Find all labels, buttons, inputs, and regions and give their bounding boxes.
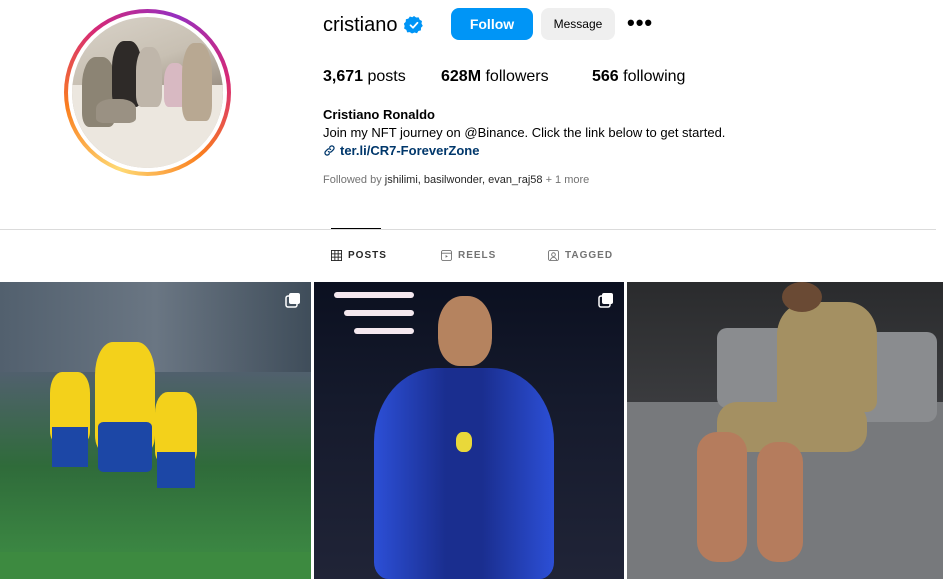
follow-button[interactable]: Follow: [451, 8, 533, 40]
post-photo-light: [344, 310, 414, 316]
followed-by-more[interactable]: + 1 more: [546, 174, 590, 186]
avatar-photo-figure: [182, 43, 212, 121]
tab-reels-label: REELS: [458, 250, 497, 261]
carousel-icon: [598, 293, 613, 308]
tabs-divider: [0, 229, 936, 230]
post-photo-light: [354, 328, 414, 334]
post-photo-person: [782, 282, 822, 312]
message-button[interactable]: Message: [541, 8, 615, 40]
more-options-icon[interactable]: •••: [627, 12, 653, 34]
followers-count: 628M: [441, 68, 482, 85]
post-photo-player: [438, 296, 492, 366]
post-photo-person: [757, 442, 803, 562]
post-photo-player: [374, 368, 554, 579]
tab-tagged-label: TAGGED: [565, 250, 614, 261]
post-photo-person: [697, 432, 747, 562]
post-photo-player: [157, 452, 195, 488]
stat-following[interactable]: 566 following: [592, 68, 685, 86]
post-thumbnail[interactable]: [0, 282, 311, 579]
post-photo-person: [777, 302, 877, 412]
followed-by[interactable]: Followed by jshilimi, basilwonder, evan_…: [323, 174, 589, 186]
stat-posts: 3,671 posts: [323, 68, 406, 86]
profile-avatar[interactable]: [72, 17, 223, 168]
following-count: 566: [592, 68, 619, 85]
post-photo-light: [334, 292, 414, 298]
tab-tagged[interactable]: TAGGED: [548, 250, 613, 261]
post-photo-stands: [0, 282, 311, 372]
stat-followers[interactable]: 628M followers: [441, 68, 549, 86]
tab-posts[interactable]: POSTS: [331, 250, 387, 261]
profile-username: cristiano: [323, 14, 398, 36]
post-photo-pitch: [0, 552, 311, 579]
profile-link[interactable]: ter.li/CR7-ForeverZone: [323, 143, 479, 158]
active-tab-indicator: [331, 228, 381, 229]
tab-posts-label: POSTS: [348, 250, 387, 261]
post-photo-crest: [456, 432, 472, 452]
profile-full-name: Cristiano Ronaldo: [323, 107, 435, 122]
avatar-photo-figure: [96, 99, 136, 123]
followed-by-prefix: Followed by: [323, 174, 382, 186]
link-icon: [324, 145, 335, 156]
grid-icon: [331, 250, 342, 261]
followed-by-names[interactable]: jshilimi, basilwonder, evan_raj58: [385, 174, 543, 186]
post-thumbnail[interactable]: [627, 282, 943, 579]
reels-icon: [441, 250, 452, 261]
avatar-frame: [68, 13, 227, 172]
profile-bio: Join my NFT journey on @Binance. Click t…: [323, 125, 726, 140]
posts-count: 3,671: [323, 68, 364, 85]
profile-link-text[interactable]: ter.li/CR7-ForeverZone: [340, 143, 479, 158]
post-photo-player: [52, 427, 88, 467]
avatar-photo-figure: [136, 47, 162, 107]
following-label: following: [623, 68, 686, 85]
verified-badge-icon: [404, 16, 423, 34]
carousel-icon: [285, 293, 300, 308]
tab-reels[interactable]: REELS: [441, 250, 496, 261]
profile-avatar-ring[interactable]: [64, 9, 231, 176]
posts-label: posts: [367, 68, 406, 85]
post-thumbnail[interactable]: [314, 282, 624, 579]
tagged-icon: [548, 250, 559, 261]
followers-label: followers: [485, 68, 549, 85]
post-photo-player: [98, 422, 152, 472]
